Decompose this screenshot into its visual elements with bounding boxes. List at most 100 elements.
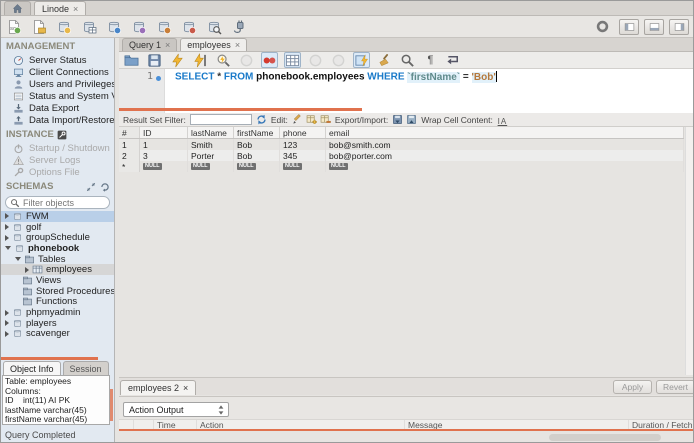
scrollbar-thumb[interactable] [549,434,661,441]
chevron-right-icon[interactable] [5,234,9,241]
sidebar-item-users-and-privileges[interactable]: Users and Privileges [1,78,114,90]
chevron-right-icon[interactable] [5,330,9,337]
grid-cell[interactable]: 123 [280,139,326,150]
spinner-icon[interactable] [218,404,224,415]
close-icon[interactable]: × [165,40,170,50]
sidebar-item-status-and-system-variables[interactable]: Status and System Variables [1,90,114,102]
sidebar-item-client-connections[interactable]: Client Connections [1,66,114,78]
grid-cell-null[interactable]: NULL [140,161,188,172]
create-view-icon[interactable] [106,19,122,35]
edit-record-icon[interactable] [292,114,303,125]
wrap-text-button[interactable] [445,52,462,68]
tab-object-info[interactable]: Object Info [3,361,61,375]
close-icon[interactable]: × [183,383,188,393]
query-tab-employees[interactable]: employees × [180,38,248,51]
export-recordset-icon[interactable] [392,114,403,125]
invisible-characters-button[interactable]: ¶ [422,52,439,68]
chevron-right-icon[interactable] [5,309,9,316]
chevron-down-icon[interactable] [15,257,21,262]
execute-current-button[interactable] [192,52,209,68]
schema-filter-input[interactable] [23,197,103,208]
toggle-right-panel-button[interactable] [669,18,689,35]
chevron-right-icon[interactable] [5,320,9,327]
grid-cell-null[interactable]: NULL [280,161,326,172]
horizontal-scrollbar[interactable] [119,431,693,442]
toggle-autocommit-button[interactable] [353,52,370,68]
tree-item-tables[interactable]: Tables [1,254,114,264]
grid-cell-null[interactable]: NULL [188,161,234,172]
home-tab[interactable] [4,1,31,15]
revert-button[interactable]: Revert [656,380,693,394]
result-filter-input[interactable] [189,114,252,125]
create-function-icon[interactable] [156,19,172,35]
grid-cell[interactable]: 345 [280,150,326,161]
save-script-button[interactable] [146,52,163,68]
grid-cell[interactable]: 3 [140,150,188,161]
wrap-cell-content-icon[interactable]: IA [497,114,508,126]
chevron-right-icon[interactable] [25,266,29,273]
column-header-lastname[interactable]: lastName [188,127,234,138]
sidebar-item-server-logs[interactable]: Server Logs [1,154,114,166]
grid-cell[interactable]: bob@smith.com [326,139,684,150]
sql-editor[interactable]: 1 SELECT * FROM phonebook.employees WHER… [119,69,693,113]
tree-item-players[interactable]: players [1,318,114,329]
toggle-bottom-panel-button[interactable] [644,18,664,35]
sidebar-item-server-status[interactable]: Server Status [1,54,114,66]
grid-cell[interactable]: Bob [234,150,280,161]
grid-cell[interactable]: 1 [140,139,188,150]
table-row[interactable]: 1 1 Smith Bob 123 bob@smith.com [119,139,684,150]
grid-cell[interactable]: Smith [188,139,234,150]
open-script-button[interactable] [123,52,140,68]
sidebar-item-options-file[interactable]: Options File [1,166,114,178]
table-row[interactable]: 2 3 Porter Bob 345 bob@porter.com [119,150,684,161]
execute-button[interactable] [169,52,186,68]
open-sql-script-icon[interactable] [31,19,47,35]
tree-item-views[interactable]: Views [1,275,114,286]
grid-cell-null[interactable]: NULL [234,161,280,172]
grid-cell[interactable]: Porter [188,150,234,161]
column-header-id[interactable]: ID [140,127,188,138]
import-records-icon[interactable] [406,114,417,125]
query-tab-query-1[interactable]: Query 1 × [122,38,178,51]
beautify-button[interactable] [376,52,393,68]
refresh-icon[interactable] [256,114,267,125]
column-header-row-number[interactable]: # [119,127,140,138]
column-header-email[interactable]: email [326,127,684,138]
reconnect-dbms-icon[interactable] [231,19,247,35]
result-grid-scrollbar[interactable] [685,127,693,375]
sidebar-item-data-import-restore[interactable]: Data Import/Restore [1,114,114,126]
result-grid[interactable]: # ID lastName firstName phone email 1 1 Smith Bob… [119,127,684,172]
tree-item-phpmyadmin[interactable]: phpmyadmin [1,307,114,318]
add-record-icon[interactable] [306,114,317,125]
find-button[interactable] [399,52,416,68]
schema-filter-box[interactable] [5,196,110,209]
tree-item-scavenger[interactable]: scavenger [1,329,114,339]
result-tab-employees-2[interactable]: employees 2 × [120,380,197,395]
chevron-right-icon[interactable] [5,213,9,220]
grid-cell-null[interactable]: NULL [326,161,684,172]
output-selector[interactable]: Action Output [123,402,229,417]
sidebar-item-startup-shutdown[interactable]: Startup / Shutdown [1,142,114,154]
create-table-icon[interactable] [81,19,97,35]
column-header-phone[interactable]: phone [280,127,326,138]
expand-schemas-icon[interactable] [86,182,96,192]
limit-rows-button[interactable] [284,52,301,68]
explain-button[interactable] [215,52,232,68]
tree-item-stored-procedures[interactable]: Stored Procedures [1,286,114,297]
sql-statement[interactable]: SELECT * FROM phonebook.employees WHERE … [175,71,497,83]
tree-item-employees[interactable]: employees [1,264,114,276]
tree-item-fwm[interactable]: FWM [1,211,114,222]
tree-item-functions[interactable]: Functions [1,297,114,307]
close-icon[interactable]: × [235,40,240,50]
apply-button[interactable]: Apply [613,380,652,394]
tab-session[interactable]: Session [62,361,109,375]
grid-cell[interactable]: bob@porter.com [326,150,684,161]
create-schema-icon[interactable] [56,19,72,35]
tree-item-golf[interactable]: golf [1,222,114,232]
delete-record-icon[interactable] [320,114,331,125]
chevron-right-icon[interactable] [5,224,9,231]
tree-item-groupschedule[interactable]: groupSchedule [1,232,114,243]
toggle-left-panel-button[interactable] [619,18,639,35]
chevron-down-icon[interactable] [5,246,11,251]
connection-tab-linode[interactable]: Linode × [34,1,87,15]
